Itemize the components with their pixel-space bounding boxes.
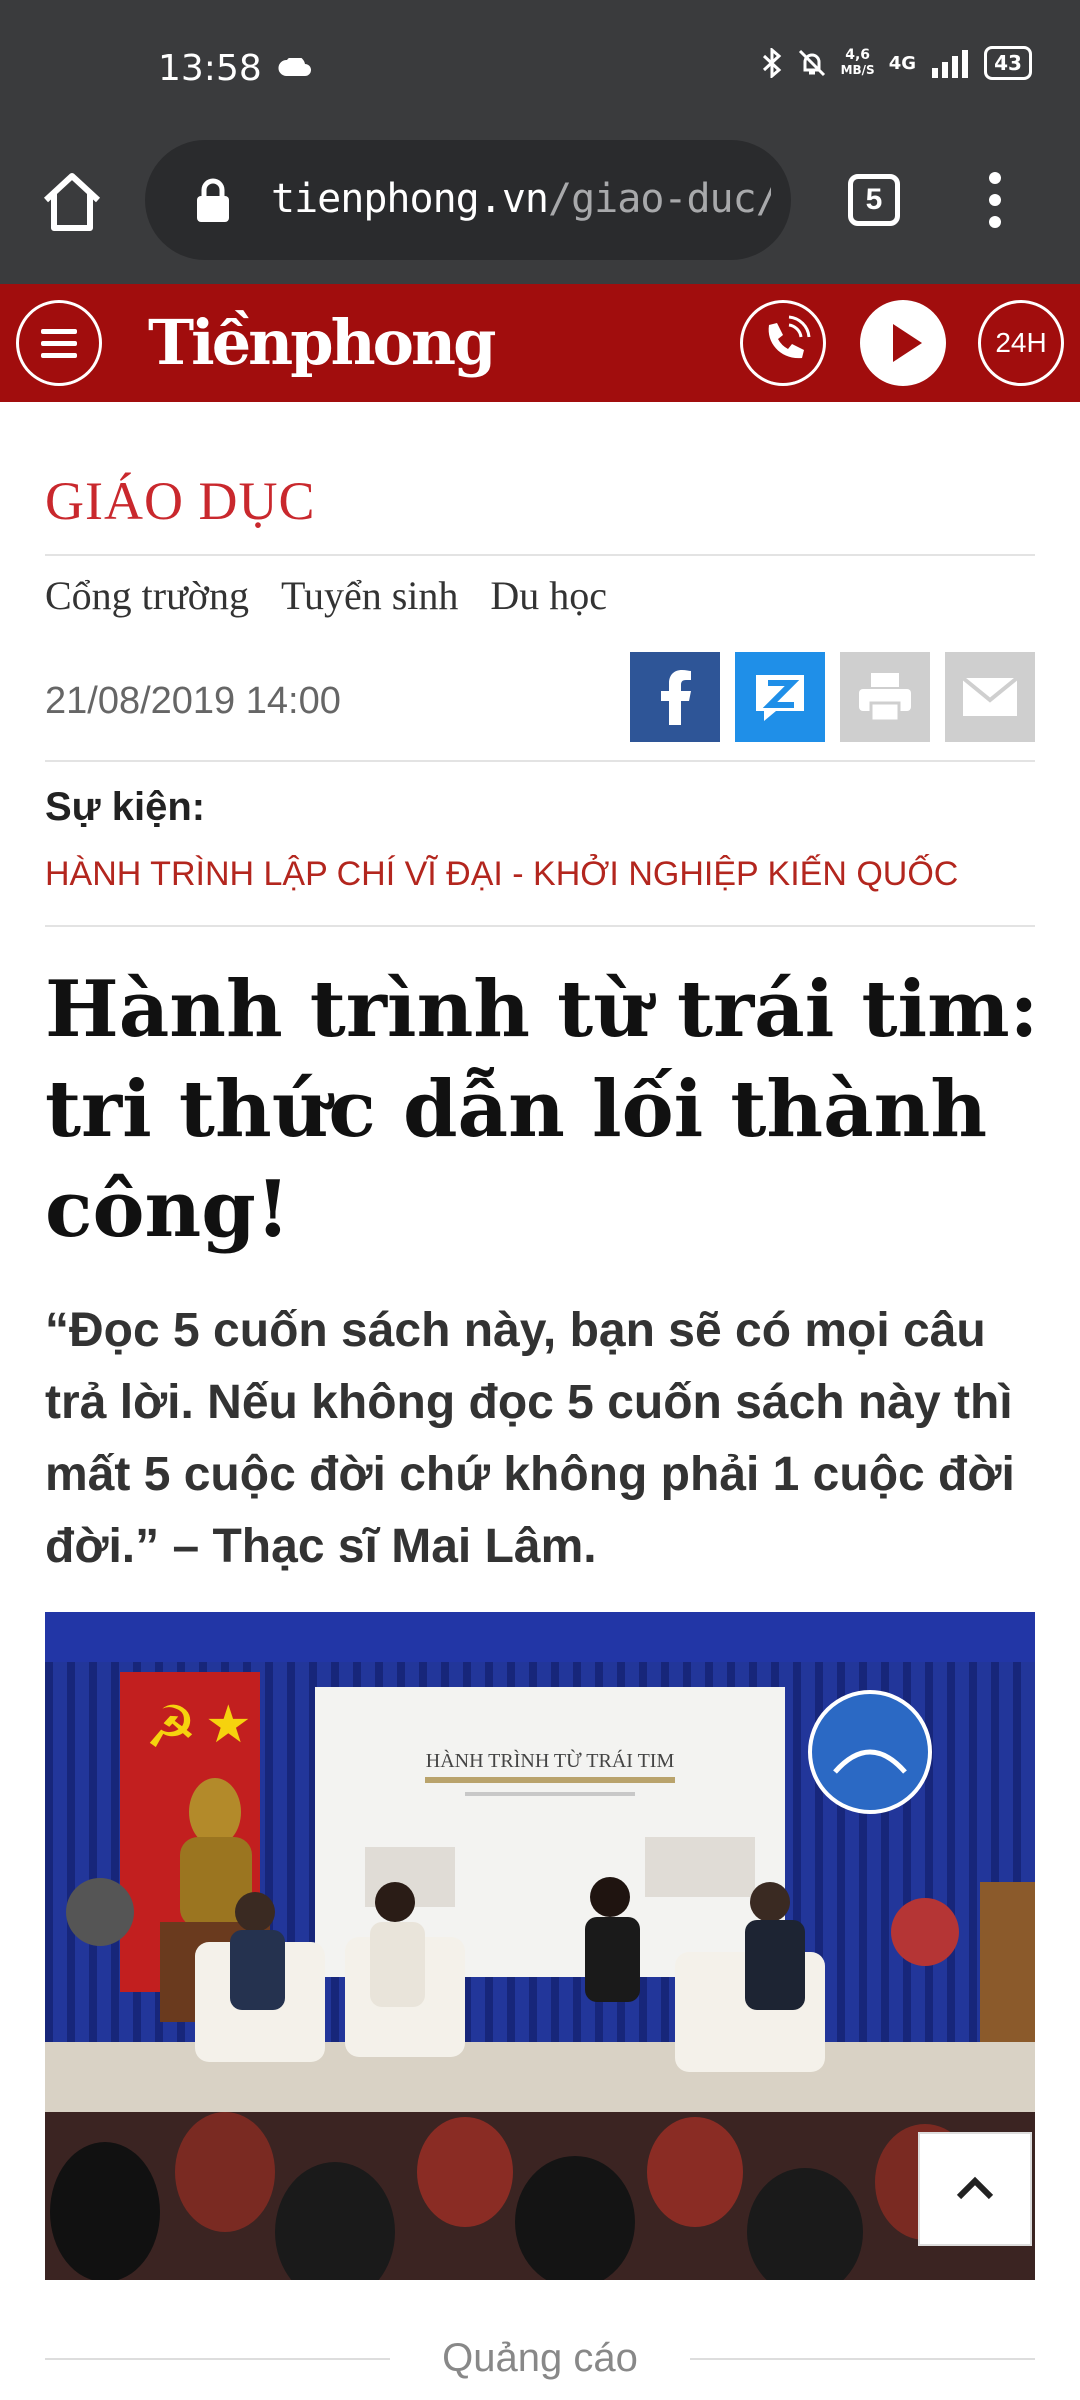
- url-text: tienphong.vn/giao-duc/ha: [271, 176, 771, 222]
- photo-banner-text: HÀNH TRÌNH TỪ TRÁI TIM: [426, 1748, 675, 1772]
- event-link[interactable]: HÀNH TRÌNH LẬP CHÍ VĨ ĐẠI - KHỞI NGHIỆP …: [45, 855, 958, 894]
- svg-text:☭: ☭: [145, 1693, 197, 1761]
- lock-icon: [197, 178, 229, 222]
- signal-icon: [932, 50, 968, 78]
- mute-bell-icon: [798, 49, 825, 77]
- article-headline: Hành trình từ trái tim: tri thức dẫn lối…: [45, 964, 1039, 1255]
- mail-icon: [961, 676, 1019, 716]
- status-bar: 13:58 4,6 MB/S 4G 43: [0, 0, 1080, 140]
- home-icon[interactable]: [40, 170, 104, 234]
- chevron-up-icon: [956, 2176, 994, 2200]
- facebook-icon: [661, 670, 691, 725]
- address-bar[interactable]: tienphong.vn/giao-duc/ha: [145, 140, 791, 260]
- hotline-button[interactable]: [740, 300, 826, 386]
- news-24h-button[interactable]: 24H: [978, 300, 1064, 386]
- play-icon: [893, 324, 922, 362]
- subnav-item-tuyen-sinh[interactable]: Tuyển sinh: [281, 572, 458, 619]
- section-title[interactable]: GIÁO DỤC: [45, 470, 316, 532]
- browser-toolbar: tienphong.vn/giao-duc/ha 5: [0, 140, 1080, 284]
- email-button[interactable]: [945, 652, 1035, 742]
- battery-indicator: 43: [984, 46, 1032, 80]
- article-sapo: “Đọc 5 cuốn sách này, bạn sẽ có mọi câu …: [45, 1304, 1015, 1573]
- publish-date: 21/08/2019 14:00: [45, 680, 341, 722]
- zalo-icon: [756, 675, 804, 721]
- svg-text:★: ★: [205, 1695, 252, 1755]
- net-speed: 4,6 MB/S: [841, 48, 875, 78]
- site-logo[interactable]: Tiềnphong: [148, 306, 496, 379]
- share-zalo-button[interactable]: [735, 652, 825, 742]
- subnav-item-du-hoc[interactable]: Du học: [490, 572, 607, 619]
- event-label: Sự kiện:: [45, 785, 206, 829]
- advertisement-label-row: Quảng cáo: [45, 2334, 1035, 2384]
- sub-navigation: Cổng trường Tuyển sinh Du học: [45, 572, 607, 619]
- divider: [45, 760, 1035, 762]
- site-header: Tiềnphong 24H: [0, 284, 1080, 402]
- hamburger-menu-button[interactable]: [16, 300, 102, 386]
- net-speed-unit: MB/S: [840, 63, 875, 77]
- article-photo: ☭ ★ HÀNH TRÌNH TỪ TRÁI TIM: [45, 1612, 1035, 2280]
- url-domain: tienphong.vn: [271, 176, 549, 222]
- network-type: 4G: [888, 52, 916, 74]
- url-path: /giao-duc/ha: [547, 176, 771, 222]
- hamburger-icon: [41, 329, 77, 358]
- subnav-item-cong-truong[interactable]: Cổng trường: [45, 572, 249, 619]
- divider: [45, 925, 1035, 927]
- phone-icon: [768, 315, 811, 359]
- status-time: 13:58: [158, 48, 262, 89]
- share-facebook-button[interactable]: [630, 652, 720, 742]
- play-video-button[interactable]: [860, 300, 946, 386]
- back-to-top-button[interactable]: [918, 2132, 1032, 2246]
- event-photo-illustration: ☭ ★ HÀNH TRÌNH TỪ TRÁI TIM: [45, 1612, 1035, 2280]
- print-button[interactable]: [840, 652, 930, 742]
- divider: [690, 2358, 1035, 2360]
- bluetooth-icon: [762, 48, 781, 78]
- net-speed-value: 4,6: [845, 47, 871, 63]
- status-icons: 4,6 MB/S 4G 43: [761, 46, 1032, 80]
- more-menu-icon[interactable]: [980, 170, 1010, 230]
- tab-switcher-button[interactable]: 5: [848, 174, 900, 226]
- cloud-icon: [278, 58, 311, 76]
- printer-icon: [859, 673, 911, 723]
- divider: [45, 554, 1035, 556]
